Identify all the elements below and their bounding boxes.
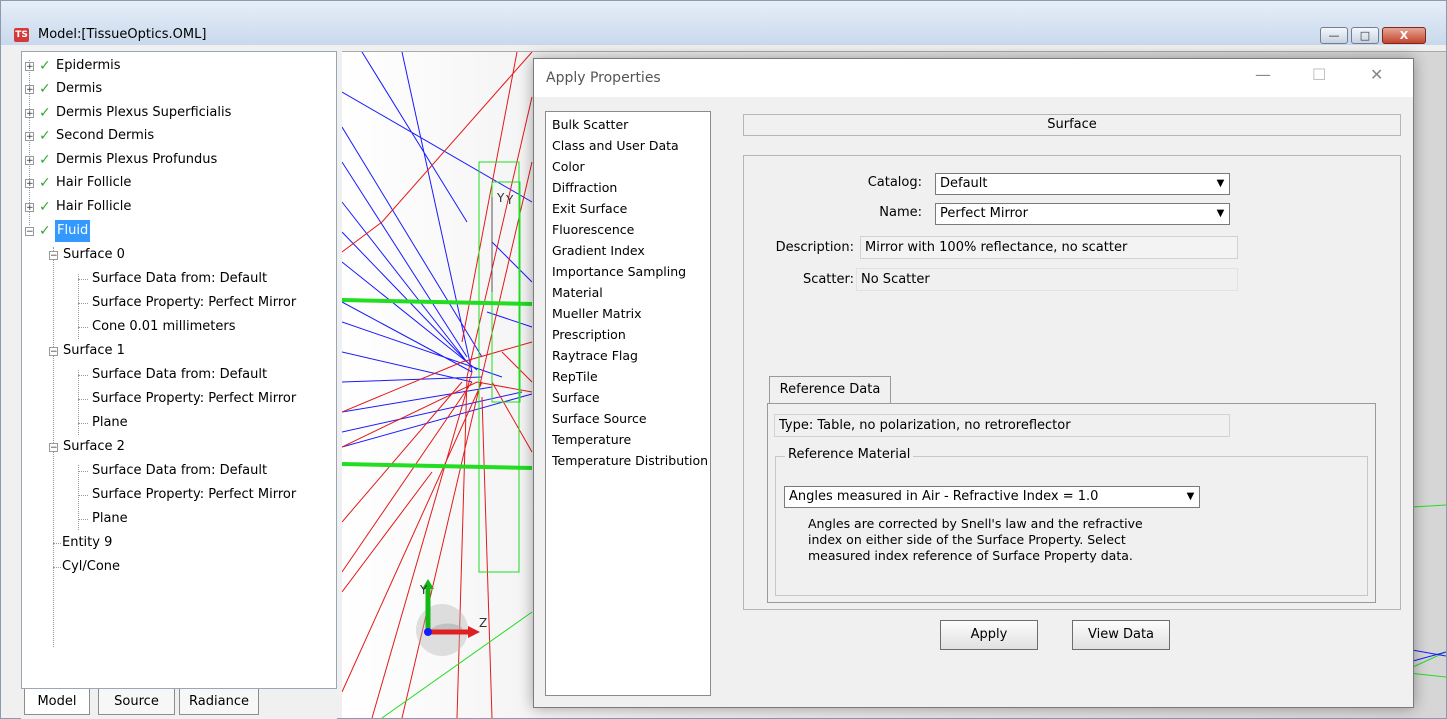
axis-y-label-top: Y [496,191,505,205]
list-item[interactable]: Raytrace Flag [552,345,638,366]
bottom-tabs: Model Source Radiance [21,688,337,719]
model-tree[interactable]: + ✓ Epidermis + ✓ Dermis + ✓ Dermis Plex… [21,51,337,717]
dialog-title-bar: Apply Properties — ☐ ✕ [534,59,1413,97]
expand-icon[interactable]: + [25,62,34,72]
chevron-down-icon: ▼ [1212,204,1229,224]
check-icon: ✓ [39,199,51,215]
list-item[interactable]: Color [552,156,585,177]
expand-icon[interactable]: + [25,132,34,142]
reference-material-label: Reference Material [785,447,914,462]
list-item[interactable]: Exit Surface [552,198,627,219]
collapse-icon[interactable]: − [49,251,58,261]
expand-icon[interactable]: + [25,109,34,119]
catalog-select[interactable]: Default ▼ [935,173,1230,195]
axis-y-label-triad: Y [419,583,428,597]
reference-note: Angles are corrected by Snell's law and … [808,516,1143,563]
minimize-icon: — [1328,29,1340,42]
description-field: Mirror with 100% reflectance, no scatter [860,236,1238,259]
collapse-icon[interactable]: − [25,227,34,237]
app-icon: TS [14,28,29,42]
dialog-title: Apply Properties [546,70,661,86]
maximize-icon: □ [1359,29,1371,42]
check-icon: ✓ [39,58,51,74]
list-item[interactable]: Importance Sampling [552,261,686,282]
close-icon: X [1399,29,1409,42]
title-bar: TS Model:[TissueOptics.OML] — □ X [1,1,1446,45]
check-icon: ✓ [39,128,51,144]
check-icon: ✓ [39,223,51,239]
list-item[interactable]: Temperature Distribution [552,450,708,471]
dialog-close-icon[interactable]: ✕ [1370,65,1383,84]
minimize-button[interactable]: — [1320,27,1348,44]
list-item[interactable]: Gradient Index [552,240,645,261]
check-icon: ✓ [39,152,51,168]
view-data-button[interactable]: View Data [1072,620,1170,650]
scatter-label: Scatter: [802,272,854,287]
chevron-down-icon: ▼ [1182,487,1199,507]
section-header: Surface [743,114,1401,136]
catalog-label: Catalog: [867,175,922,190]
tab-model[interactable]: Model [24,689,90,715]
check-icon: ✓ [39,175,51,191]
chevron-down-icon: ▼ [1212,174,1229,194]
list-item[interactable]: Mueller Matrix [552,303,642,324]
list-item[interactable]: Temperature [552,429,631,450]
dialog-maximize-icon[interactable]: ☐ [1312,65,1326,84]
list-item[interactable]: Material [552,282,603,303]
property-list[interactable]: Bulk Scatter Class and User Data Color D… [545,111,711,696]
list-item[interactable]: RepTile [552,366,598,387]
list-item[interactable]: Prescription [552,324,626,345]
tab-radiance[interactable]: Radiance [179,689,259,715]
close-button[interactable]: X [1382,27,1426,44]
type-field: Type: Table, no polarization, no retrore… [774,414,1230,437]
tab-source[interactable]: Source [98,689,175,715]
expand-icon[interactable]: + [25,179,34,189]
axis-y-label: Y [505,193,514,207]
tab-reference-data[interactable]: Reference Data [769,376,891,404]
apply-button[interactable]: Apply [940,620,1038,650]
name-label: Name: [879,205,922,220]
dialog-minimize-icon[interactable]: — [1255,65,1271,84]
list-item[interactable]: Bulk Scatter [552,114,628,135]
maximize-button[interactable]: □ [1351,27,1379,44]
window-title: Model:[TissueOptics.OML] [38,27,207,42]
collapse-icon[interactable]: − [49,443,58,453]
scatter-field: No Scatter [856,268,1238,291]
check-icon: ✓ [39,105,51,121]
expand-icon[interactable]: + [25,156,34,166]
apply-properties-dialog: Apply Properties — ☐ ✕ Bulk Scatter Clas… [533,58,1414,708]
expand-icon[interactable]: + [25,203,34,213]
list-item[interactable]: Class and User Data [552,135,679,156]
expand-icon[interactable]: + [25,85,34,95]
list-item[interactable]: Diffraction [552,177,617,198]
name-select[interactable]: Perfect Mirror ▼ [935,203,1230,225]
main-window: TS Model:[TissueOptics.OML] — □ X + ✓ Ep… [0,0,1447,719]
list-item-surface-selected[interactable]: Surface [552,387,600,408]
list-item[interactable]: Surface Source [552,408,647,429]
list-item[interactable]: Fluorescence [552,219,634,240]
reference-material-select[interactable]: Angles measured in Air - Refractive Inde… [784,486,1200,508]
collapse-icon[interactable]: − [49,347,58,357]
check-icon: ✓ [39,81,51,97]
description-label: Description: [775,240,854,255]
axis-z-label: Z [479,616,487,630]
